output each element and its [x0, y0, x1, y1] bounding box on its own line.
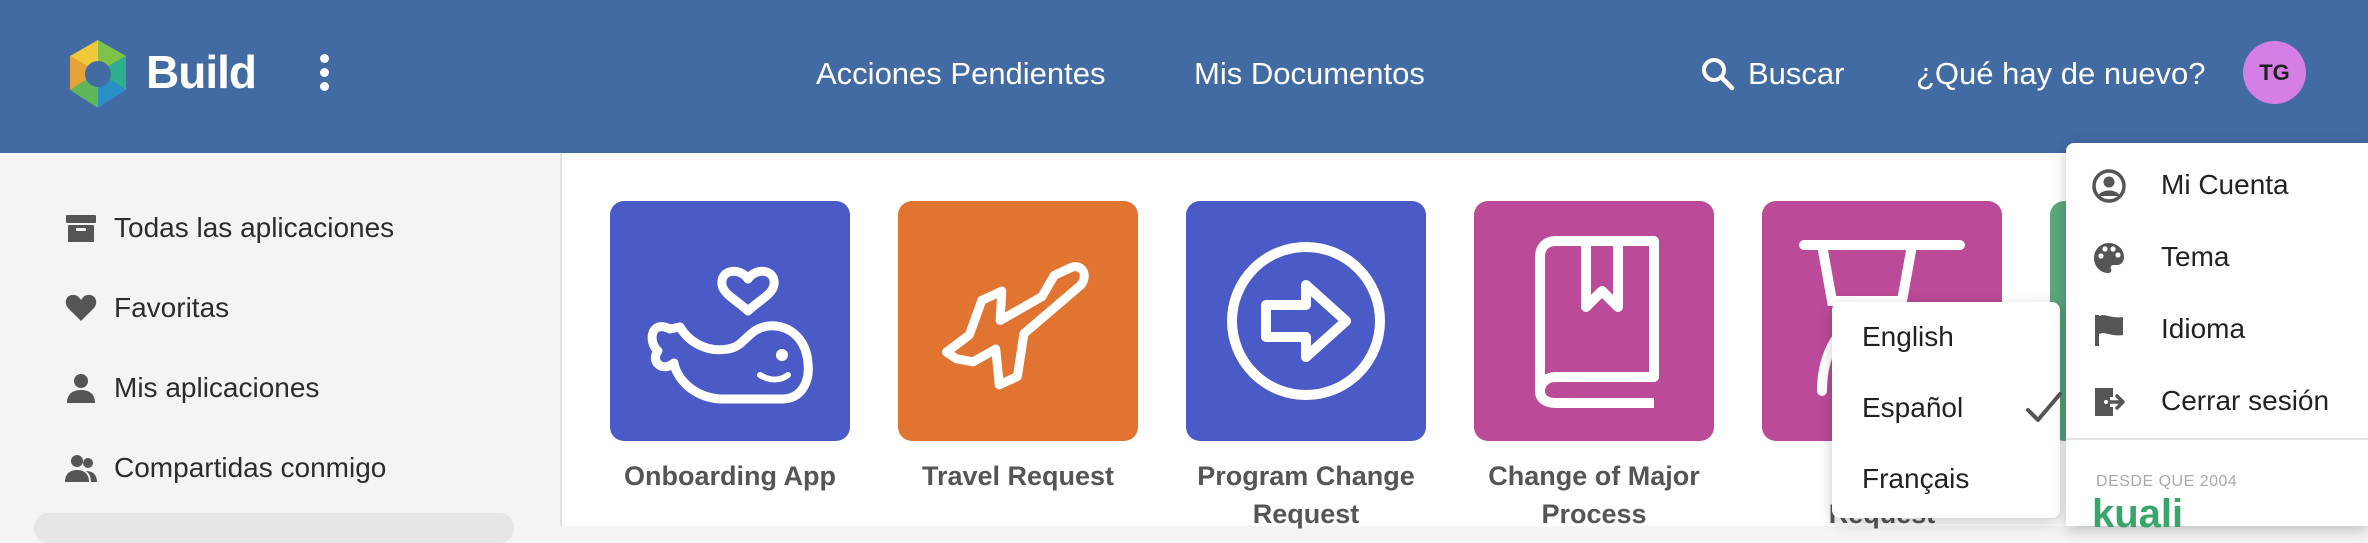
- menu-divider: [2066, 438, 2368, 440]
- nav-pending-actions[interactable]: Acciones Pendientes: [816, 52, 1106, 96]
- whale-heart-icon: [647, 266, 813, 404]
- app-tile-travel-request[interactable]: Travel Request: [898, 201, 1138, 495]
- app-tile-name-line2: Request: [1252, 499, 1360, 529]
- app-tile-name: Program Change Request: [1156, 457, 1456, 533]
- top-bar: Build Acciones Pendientes Mis Documentos…: [0, 0, 2368, 153]
- app-tile-name: Onboarding App: [624, 461, 836, 491]
- language-option-label: Español: [1862, 392, 1964, 423]
- language-option-english[interactable]: English: [1862, 317, 2042, 357]
- sidebar-item-label: Todas las aplicaciones: [114, 212, 395, 243]
- app-tile-icon-box: [610, 201, 850, 441]
- menu-item-label: Idioma: [2161, 313, 2246, 344]
- people-icon: [65, 455, 97, 482]
- app-tile-name: Travel Request: [921, 461, 1115, 491]
- nav-my-documents[interactable]: Mis Documentos: [1194, 52, 1425, 96]
- sidebar-item-label: Favoritas: [114, 292, 230, 323]
- user-circle-icon: [2092, 169, 2126, 203]
- arrow-circle-icon: [1227, 242, 1385, 400]
- since-year-label: DESDE QUE 2004: [2096, 473, 2238, 490]
- menu-item-label: Mi Cuenta: [2161, 169, 2289, 200]
- sidebar-item-favorites[interactable]: Favoritas: [64, 286, 534, 330]
- menu-item-my-account[interactable]: Mi Cuenta: [2066, 155, 2368, 215]
- brand-name[interactable]: Build: [146, 44, 257, 100]
- menu-item-language[interactable]: Idioma: [2066, 299, 2368, 359]
- user-avatar[interactable]: TG: [2243, 41, 2306, 104]
- menu-item-sign-out[interactable]: Cerrar sesión: [2066, 371, 2368, 431]
- app-tile-name-line1: Program Change: [1197, 461, 1415, 491]
- search-icon: [1702, 58, 1735, 91]
- app-tile-name-line1: Change of Major: [1488, 461, 1700, 491]
- kuali-logo-text: kuali: [2092, 493, 2183, 529]
- book-bookmark-icon: [1535, 236, 1659, 408]
- sidebar-item-label: Compartidas conmigo: [114, 452, 387, 483]
- airplane-icon: [941, 262, 1089, 390]
- menu-item-label: Cerrar sesión: [2161, 385, 2330, 416]
- build-logo-icon[interactable]: [66, 38, 130, 110]
- app-tile-program-change-request[interactable]: Program Change Request: [1186, 201, 1426, 533]
- sidebar: Todas las aplicaciones Favoritas Mis apl…: [0, 153, 562, 526]
- language-option-spanish[interactable]: Español: [1862, 388, 2062, 428]
- app-tile-icon-box: [898, 201, 1138, 441]
- menu-item-theme[interactable]: Tema: [2066, 227, 2368, 287]
- app-tile-icon-box: [1474, 201, 1714, 441]
- heart-icon: [65, 294, 97, 321]
- checkmark-icon: [2026, 392, 2062, 422]
- language-option-french[interactable]: Français: [1862, 459, 2042, 499]
- archive-box-icon: [66, 215, 96, 242]
- menu-item-label: Tema: [2161, 241, 2230, 272]
- sidebar-item-my-apps[interactable]: Mis aplicaciones: [64, 366, 534, 410]
- language-option-label: English: [1862, 321, 1954, 352]
- logout-door-icon: [2095, 388, 2125, 416]
- palette-icon: [2094, 243, 2124, 273]
- whats-new-link[interactable]: ¿Qué hay de nuevo?: [1916, 52, 2206, 96]
- sidebar-item-label: Mis aplicaciones: [114, 372, 320, 403]
- app-tile-onboarding[interactable]: Onboarding App: [610, 201, 850, 495]
- flag-icon: [2095, 315, 2123, 346]
- person-icon: [67, 374, 95, 403]
- app-tile-name-line2: Process: [1541, 499, 1647, 529]
- app-tile-icon-box: [1186, 201, 1426, 441]
- sidebar-item-all-apps[interactable]: Todas las aplicaciones: [64, 206, 534, 250]
- app-tile-name: Change of Major Process: [1444, 457, 1744, 533]
- sidebar-item-partial[interactable]: [34, 513, 514, 543]
- language-dropdown: English Español Français: [1832, 302, 2062, 518]
- kuali-logo[interactable]: kuali: [2092, 493, 2252, 529]
- search-label: Buscar: [1748, 56, 1845, 91]
- sidebar-item-shared-with-me[interactable]: Compartidas conmigo: [64, 446, 534, 490]
- app-tile-change-of-major[interactable]: Change of Major Process: [1474, 201, 1714, 533]
- account-menu: Mi Cuenta Tema Idioma Cerrar sesión DESD…: [2066, 143, 2368, 529]
- language-option-label: Français: [1862, 463, 1970, 494]
- more-options-icon[interactable]: [312, 54, 336, 94]
